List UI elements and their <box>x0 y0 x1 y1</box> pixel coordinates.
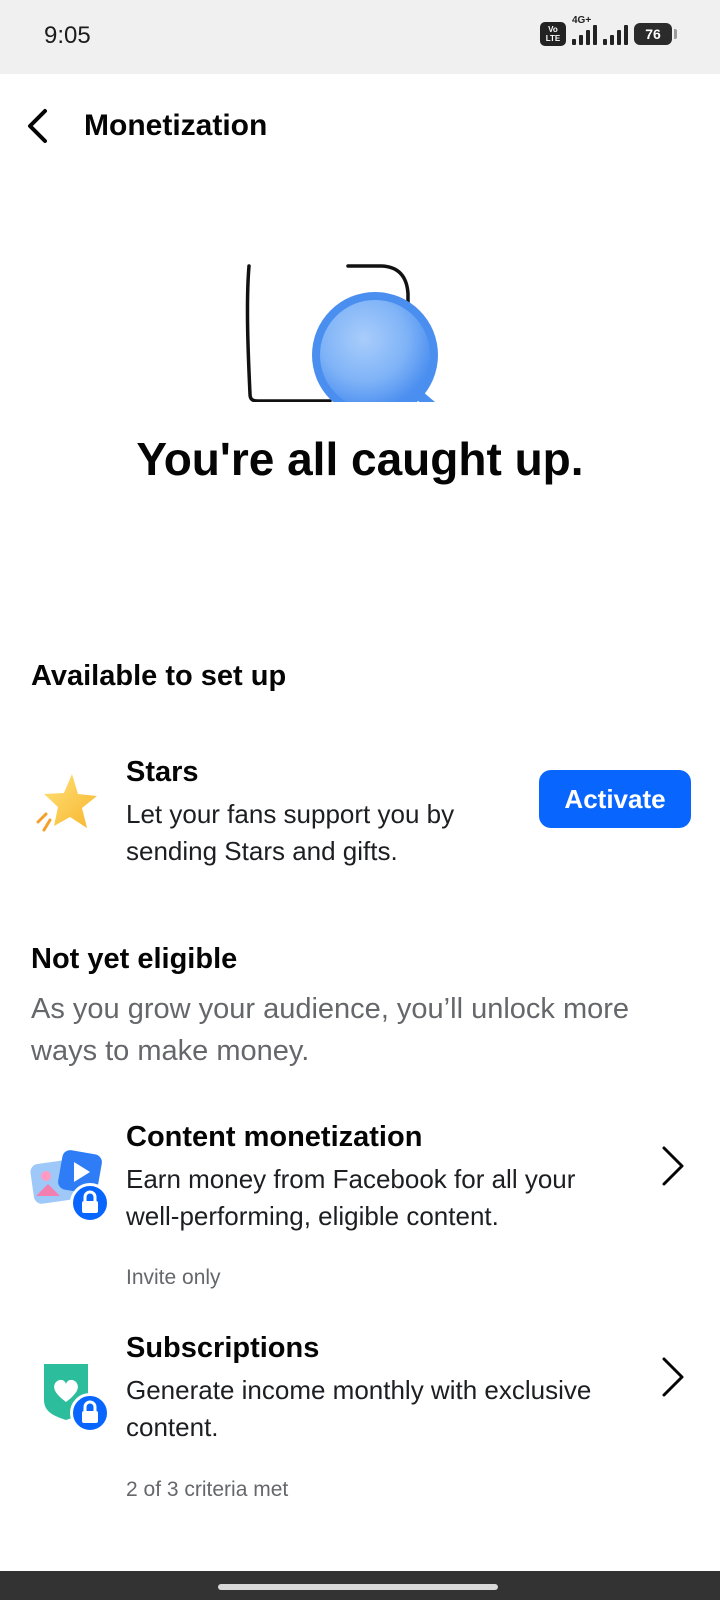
signal-4g-icon: 4G+ <box>572 15 597 45</box>
activate-button[interactable]: Activate <box>539 770 691 828</box>
section-not-eligible-heading: Not yet eligible <box>31 943 238 975</box>
lock-icon <box>70 1393 110 1433</box>
back-button[interactable] <box>20 102 64 150</box>
signal-icon <box>603 23 628 45</box>
volte-icon: Vo LTE <box>540 22 566 46</box>
subscriptions-status: 2 of 3 criteria met <box>126 1478 289 1501</box>
chevron-right-icon[interactable] <box>657 1144 687 1188</box>
home-indicator[interactable] <box>218 1584 498 1590</box>
star-icon <box>34 772 98 836</box>
caught-up-illustration <box>240 262 450 412</box>
status-time: 9:05 <box>44 22 91 49</box>
content-monetization-description: Earn money from Facebook for all your we… <box>126 1164 576 1231</box>
status-icons: Vo LTE 4G+ 76 <box>540 15 677 46</box>
subscriptions-title: Subscriptions <box>126 1332 320 1364</box>
content-monetization-status: Invite only <box>126 1266 221 1289</box>
lock-icon <box>70 1183 110 1223</box>
chevron-left-icon <box>28 109 47 143</box>
stars-description: Let your fans support you by sending Sta… <box>126 799 455 866</box>
battery-icon: 76 <box>634 23 677 45</box>
network-label: 4G+ <box>572 15 592 26</box>
subscriptions-description: Generate income monthly with exclusive c… <box>126 1375 592 1442</box>
section-available-heading: Available to set up <box>31 660 287 692</box>
stars-title: Stars <box>126 756 199 788</box>
caught-up-message: You're all caught up. <box>136 433 584 485</box>
chevron-right-icon[interactable] <box>657 1355 687 1399</box>
page-title: Monetization <box>84 109 268 142</box>
content-monetization-title: Content monetization <box>126 1121 423 1153</box>
not-eligible-description: As you grow your audience, you’ll unlock… <box>31 993 630 1067</box>
